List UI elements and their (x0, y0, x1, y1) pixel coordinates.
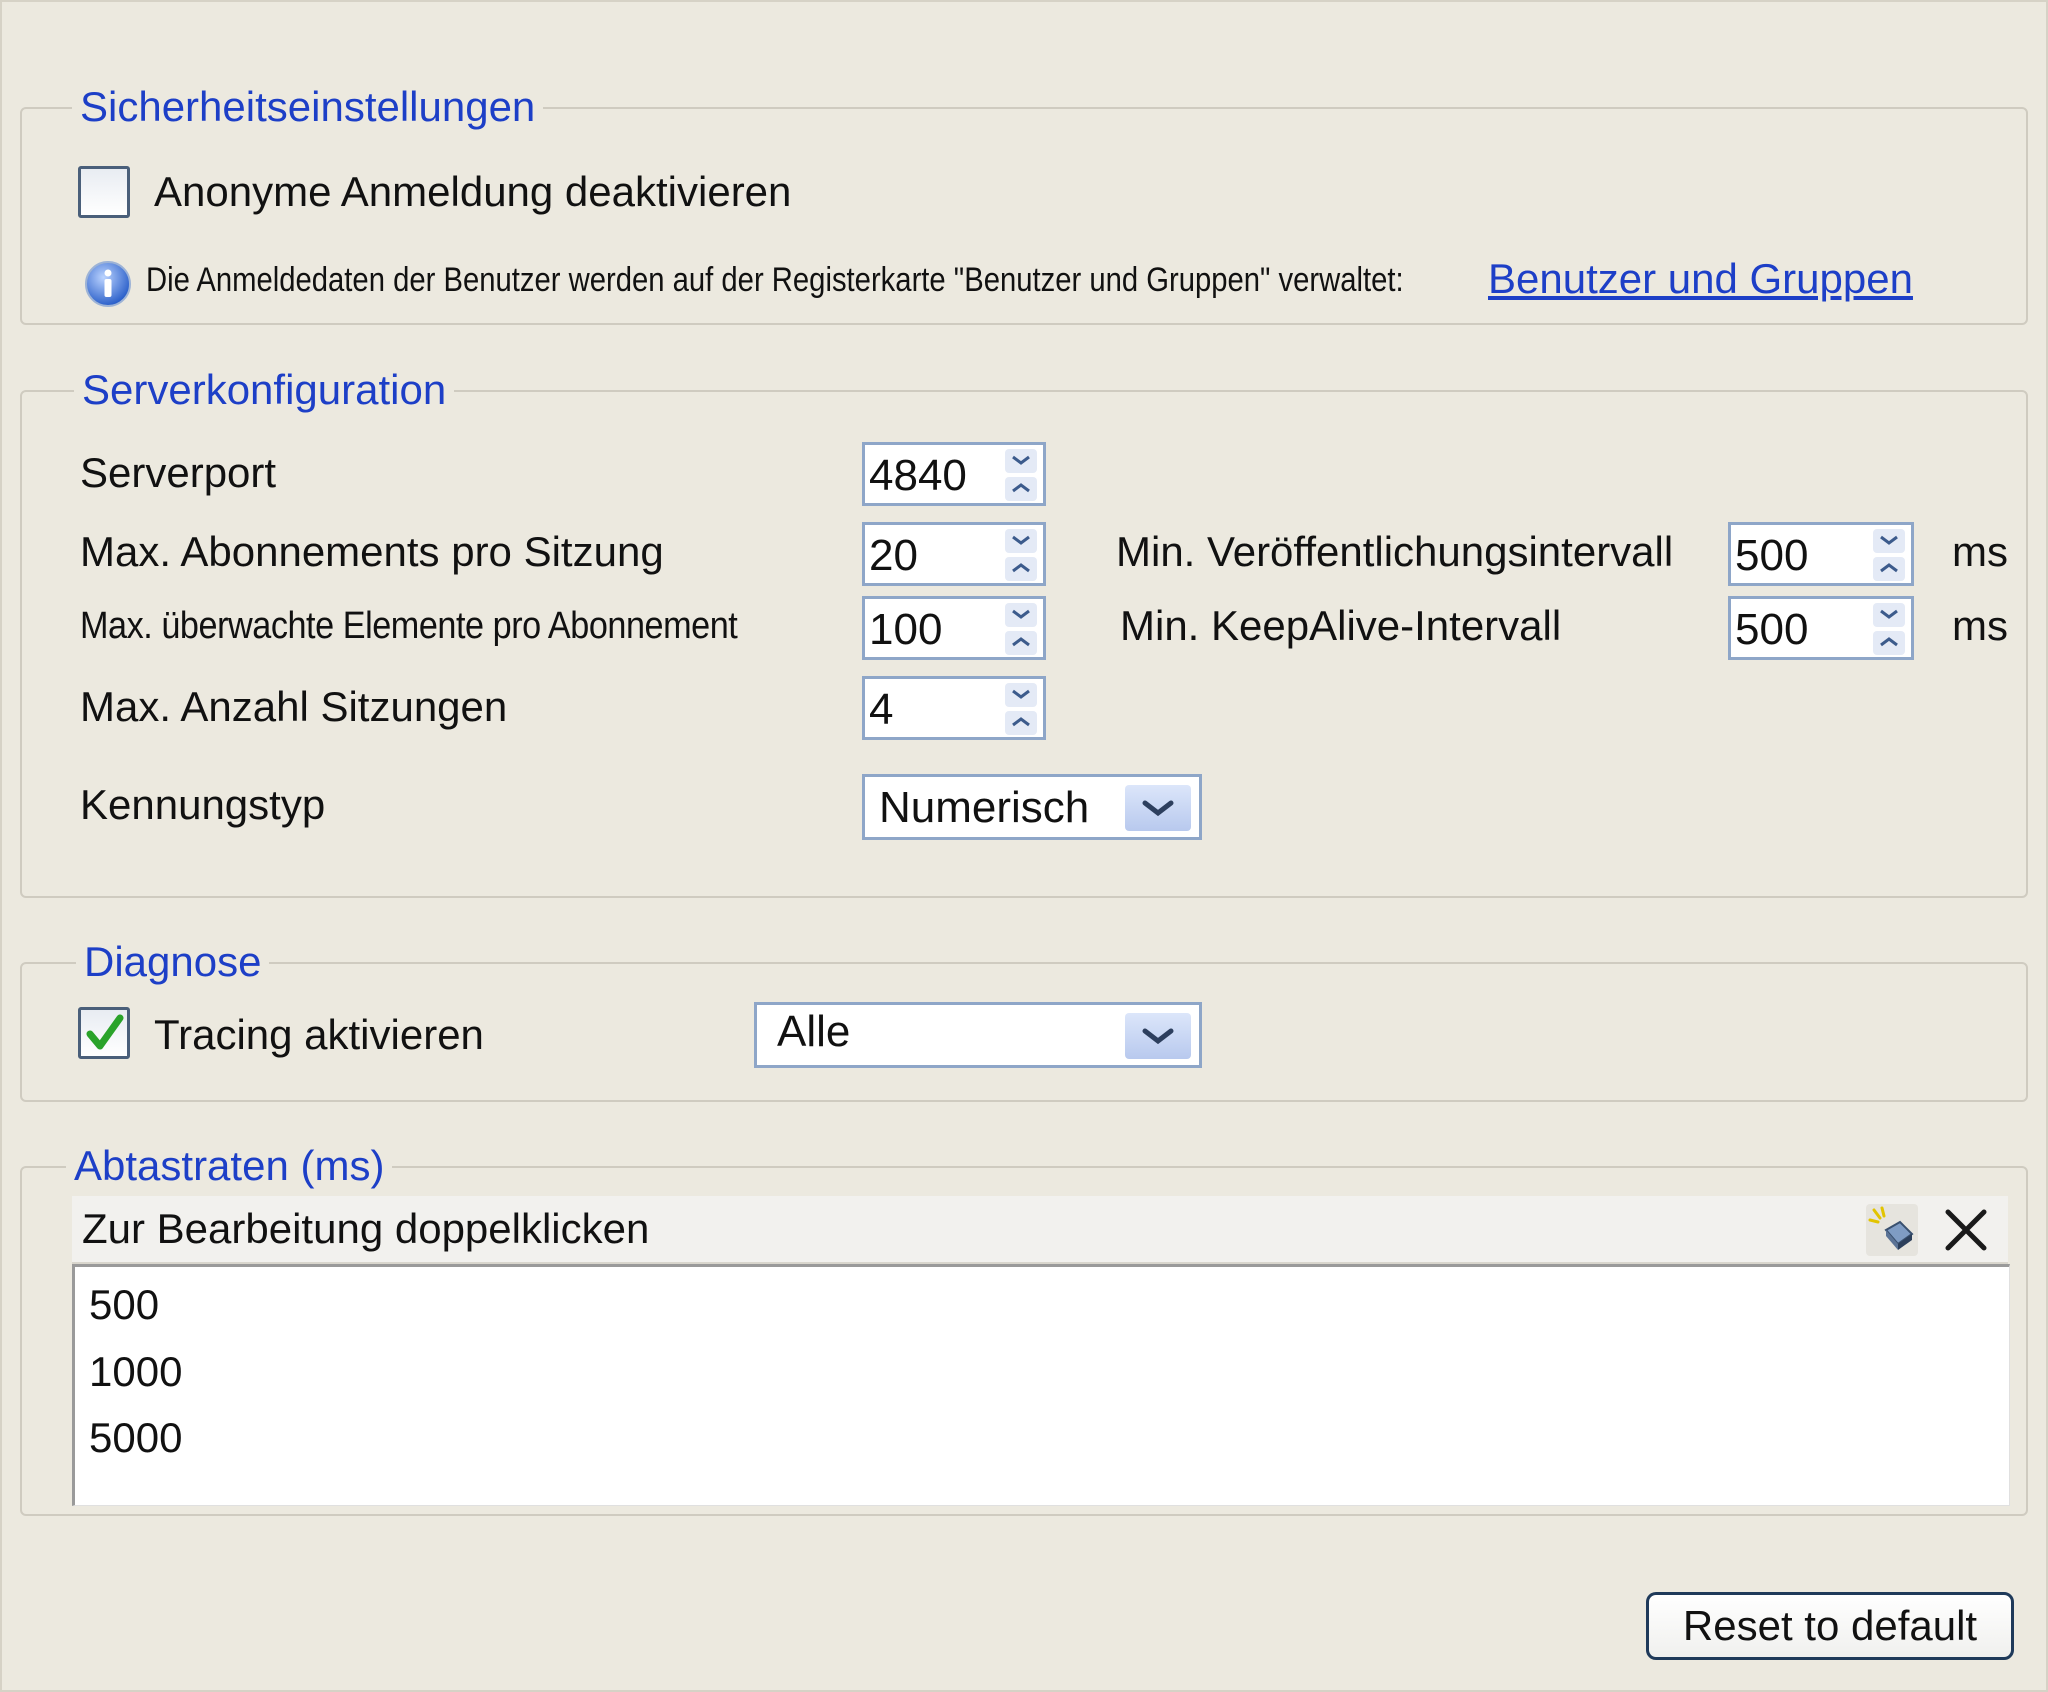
min-publish-unit: ms (1952, 528, 2008, 575)
min-publish-interval-label: Min. Veröffentlichungsintervall (1116, 528, 1674, 575)
anon-login-checkbox[interactable] (78, 166, 130, 218)
list-item[interactable]: 5000 (89, 1413, 182, 1463)
tracing-level-dropdown[interactable]: Alle (754, 1002, 1202, 1068)
chevron-down-icon[interactable] (1005, 683, 1037, 707)
chevron-up-icon[interactable] (1005, 557, 1037, 581)
chevron-up-icon[interactable] (1873, 631, 1905, 655)
chevron-down-icon[interactable] (1005, 449, 1037, 473)
reset-to-default-button[interactable]: Reset to default (1646, 1592, 2014, 1660)
tracing-checkbox[interactable] (78, 1007, 130, 1059)
sampling-rates-list[interactable]: 500 1000 5000 (72, 1264, 2010, 1506)
max-sessions-label: Max. Anzahl Sitzungen (80, 683, 508, 730)
max-subscriptions-label: Max. Abonnements pro Sitzung (80, 528, 664, 575)
users-groups-link[interactable]: Benutzer und Gruppen (1488, 254, 1913, 304)
server-config-legend: Serverkonfiguration (74, 362, 455, 418)
security-legend: Sicherheitseinstellungen (72, 79, 544, 135)
min-keepalive-interval-label: Min. KeepAlive-Intervall (1120, 602, 1562, 649)
chevron-down-icon[interactable] (1005, 603, 1037, 627)
min-keepalive-unit: ms (1952, 602, 2008, 649)
info-icon (84, 260, 132, 308)
min-keepalive-interval-spinner[interactable]: 500 (1728, 596, 1914, 660)
serverport-spinner[interactable]: 4840 (862, 442, 1046, 506)
list-item[interactable]: 500 (89, 1280, 159, 1330)
chevron-up-icon[interactable] (1005, 711, 1037, 735)
id-type-dropdown[interactable]: Numerisch (862, 774, 1202, 840)
tracing-label: Tracing aktivieren (154, 1011, 484, 1058)
add-entry-icon[interactable] (1866, 1204, 1918, 1256)
max-sessions-spinner[interactable]: 4 (862, 676, 1046, 740)
checkmark-icon (86, 1014, 124, 1050)
chevron-down-icon[interactable] (1873, 603, 1905, 627)
id-type-value: Numerisch (879, 783, 1090, 832)
min-publish-interval-spinner[interactable]: 500 (1728, 522, 1914, 586)
chevron-down-icon[interactable] (1873, 529, 1905, 553)
serverport-label: Serverport (80, 449, 277, 496)
chevron-up-icon[interactable] (1005, 631, 1037, 655)
info-text: Die Anmeldedaten der Benutzer werden auf… (146, 261, 1404, 299)
chevron-down-icon[interactable] (1125, 785, 1191, 831)
diagnosis-legend: Diagnose (76, 934, 270, 990)
tracing-level-value: Alle (777, 1007, 851, 1056)
max-subscriptions-value: 20 (869, 531, 918, 580)
chevron-up-icon[interactable] (1873, 557, 1905, 581)
chevron-down-icon[interactable] (1125, 1013, 1191, 1059)
max-monitored-items-spinner[interactable]: 100 (862, 596, 1046, 660)
max-monitored-items-label: Max. überwachte Elemente pro Abonnement (80, 605, 738, 647)
chevron-up-icon[interactable] (1005, 477, 1037, 501)
sampling-table-hint: Zur Bearbeitung doppelklicken (82, 1205, 650, 1252)
max-monitored-items-value: 100 (869, 605, 943, 654)
sampling-table-header: Zur Bearbeitung doppelklicken (72, 1196, 2008, 1264)
serverport-value: 4840 (869, 451, 967, 500)
max-subscriptions-spinner[interactable]: 20 (862, 522, 1046, 586)
chevron-down-icon[interactable] (1005, 529, 1037, 553)
delete-entry-icon[interactable] (1940, 1204, 1992, 1256)
max-sessions-value: 4 (869, 685, 894, 734)
min-publish-interval-value: 500 (1735, 531, 1809, 580)
anon-login-label: Anonyme Anmeldung deaktivieren (154, 168, 792, 215)
min-keepalive-interval-value: 500 (1735, 605, 1809, 654)
id-type-label: Kennungstyp (80, 781, 326, 828)
list-item[interactable]: 1000 (89, 1347, 182, 1397)
sampling-rates-legend: Abtastraten (ms) (66, 1138, 393, 1194)
